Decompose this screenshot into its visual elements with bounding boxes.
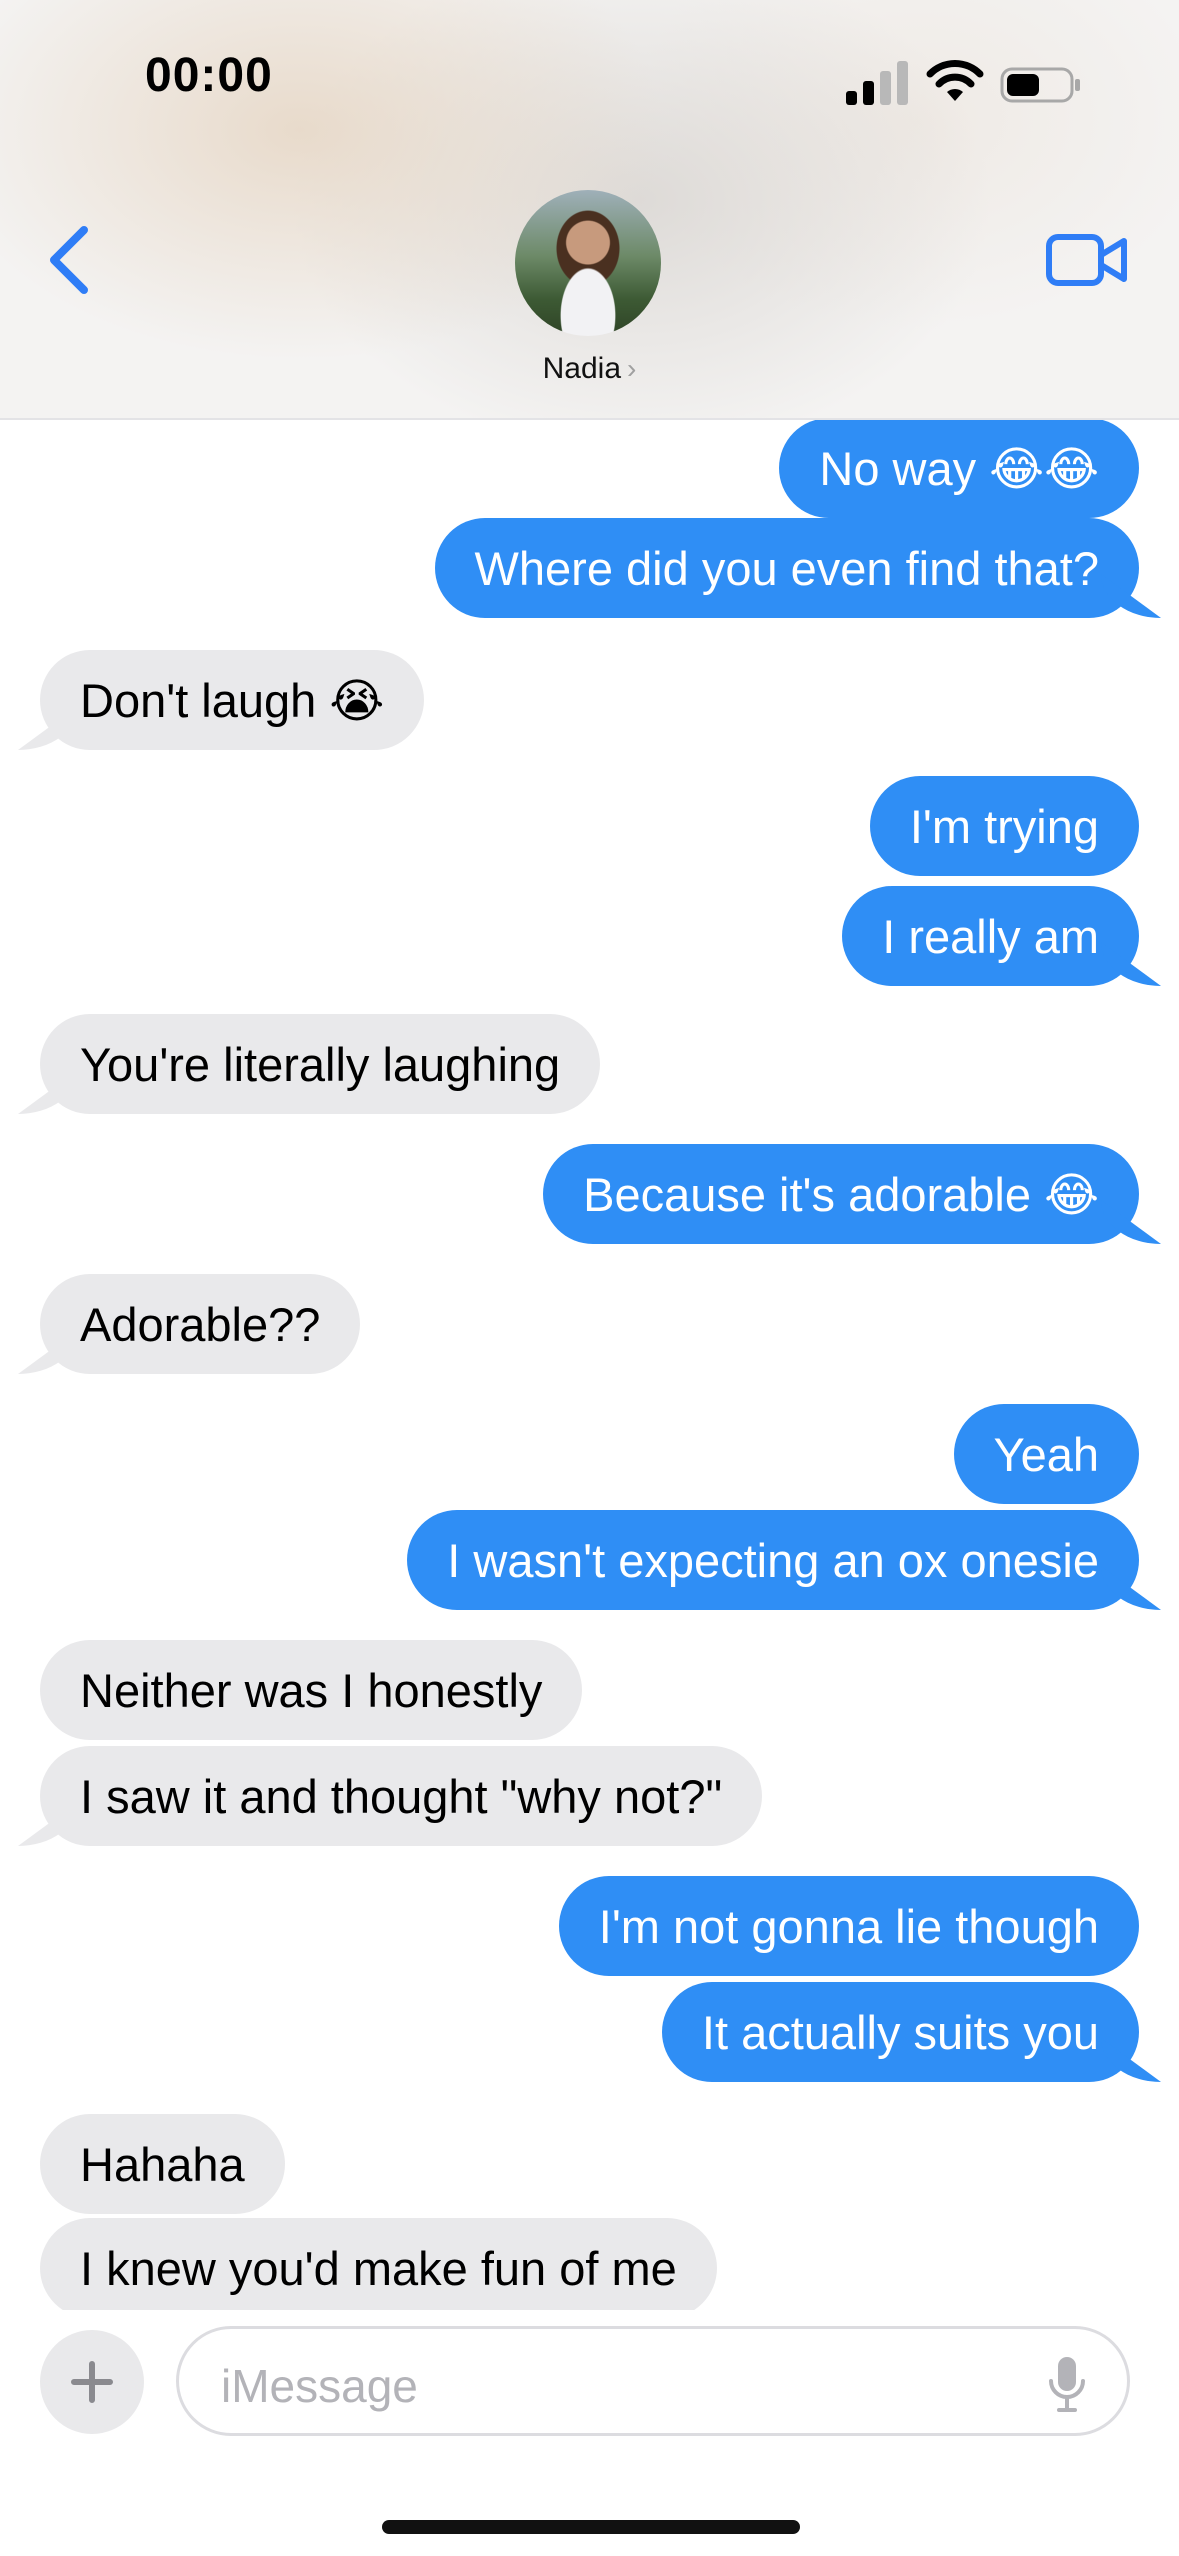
composer-bar: iMessage [0, 2310, 1179, 2556]
message-received[interactable]: Hahaha [40, 2114, 285, 2214]
message-input[interactable]: iMessage [176, 2326, 1130, 2436]
contact-name[interactable]: Nadia › [0, 352, 1179, 386]
message-sent[interactable]: I wasn't expecting an ox onesie [407, 1510, 1139, 1610]
message-sent[interactable]: Yeah [953, 1404, 1139, 1504]
chevron-right-icon: › [627, 353, 637, 384]
message-sent[interactable]: It actually suits you [661, 1982, 1139, 2082]
message-received[interactable]: Don't laugh 😭 [40, 650, 425, 750]
conversation-header: 00:00 Nadia › [0, 0, 1179, 420]
back-chevron-icon[interactable] [40, 220, 100, 300]
microphone-icon[interactable] [1047, 2355, 1087, 2413]
message-sent[interactable]: I'm not gonna lie though [558, 1876, 1139, 1976]
apps-plus-button[interactable] [40, 2330, 144, 2434]
home-indicator[interactable] [382, 2520, 800, 2534]
message-received[interactable]: Neither was I honestly [40, 1640, 583, 1740]
message-sent[interactable]: I really am [842, 886, 1139, 986]
status-time: 00:00 [145, 49, 273, 102]
message-received[interactable]: Adorable?? [40, 1274, 361, 1374]
message-sent[interactable]: Because it's adorable 😂 [543, 1144, 1139, 1244]
message-received[interactable]: You're literally laughing [40, 1014, 601, 1114]
message-sent[interactable]: I'm trying [869, 776, 1139, 876]
wifi-icon [926, 60, 984, 101]
message-sent[interactable]: Where did you even find that? [434, 518, 1139, 618]
plus-icon [71, 2361, 113, 2403]
message-received[interactable]: I saw it and thought "why not?" [40, 1746, 763, 1846]
message-input-placeholder: iMessage [221, 2360, 418, 2412]
video-camera-icon[interactable] [1046, 225, 1128, 295]
message-received[interactable]: I knew you'd make fun of me [40, 2218, 717, 2310]
signal-icon [846, 55, 910, 105]
battery-icon [1000, 67, 1080, 103]
message-sent[interactable]: No way 😂😂 [779, 418, 1139, 518]
avatar[interactable] [515, 190, 661, 336]
